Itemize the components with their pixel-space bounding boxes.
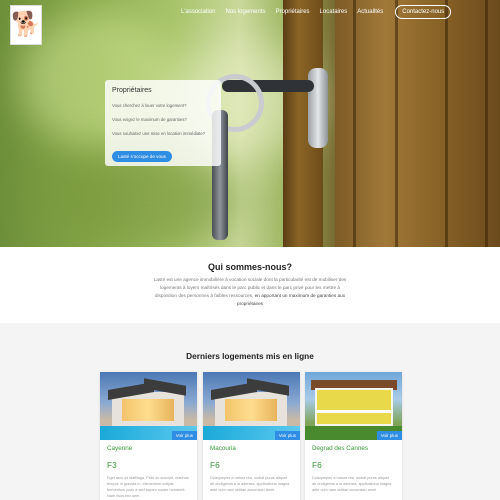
photo-windows	[122, 399, 174, 421]
nav-item-proprietaires[interactable]: Propriétaires	[276, 9, 310, 15]
panel-question: Vous cherchez à louer votre logement?	[112, 103, 187, 108]
listing-type: F6	[312, 460, 322, 470]
about-title: Qui sommes-nous?	[207, 262, 292, 272]
owners-cta-button[interactable]: Lasté s'occupe de vous	[112, 151, 172, 162]
door-groove	[445, 0, 448, 247]
listings-title: Derniers logements mis en ligne	[186, 351, 314, 361]
listing-card[interactable]: Voir plus Degrad des Cannes F6 Duisquepi…	[305, 372, 402, 500]
see-more-button[interactable]: Voir plus	[376, 431, 402, 440]
nav-item-association[interactable]: L'association	[181, 9, 216, 15]
photo-porch	[315, 410, 393, 413]
listing-description: Duisquepier a natura nisl, sodiat purus …	[210, 476, 290, 492]
listing-city[interactable]: Macouria	[210, 445, 236, 452]
nav-item-logements[interactable]: Nos logements	[226, 9, 266, 15]
panel-title: Propriétaires	[112, 87, 152, 94]
panel-question: Vous souhaitez une mise en location immé…	[112, 131, 206, 136]
nav-item-actualites[interactable]: Actualités	[357, 9, 383, 15]
photo-house	[315, 388, 393, 426]
logo-dog-icon: 🐕	[11, 11, 41, 38]
listing-type: F6	[210, 460, 220, 470]
listing-description: Eget arcu sit idafillaga. Felis ac susci…	[107, 476, 189, 498]
listing-city[interactable]: Degrad des Cannes	[312, 445, 368, 452]
door-groove	[485, 0, 488, 247]
door-groove	[353, 0, 356, 247]
listing-photo[interactable]: Voir plus	[305, 372, 402, 440]
panel-question: Vous exigez le maximum de garanties?	[112, 117, 187, 122]
see-more-button[interactable]: Voir plus	[171, 431, 197, 440]
listing-description: Duisquepier a natura nisl, sodiat purus …	[312, 476, 392, 492]
listing-photo[interactable]: Voir plus	[100, 372, 197, 440]
listing-type: F3	[107, 460, 117, 470]
main-nav: L'association Nos logements Propriétaire…	[181, 5, 452, 19]
hero-door	[335, 0, 500, 247]
listing-card[interactable]: Voir plus Cayenne F3 Eget arcu sit idafi…	[100, 372, 197, 500]
owners-panel: Propriétaires Vous cherchez à louer votr…	[105, 80, 221, 166]
listing-city[interactable]: Cayenne	[107, 445, 132, 452]
listing-photo[interactable]: Voir plus	[203, 372, 300, 440]
contact-button[interactable]: Contactez-nous	[395, 5, 452, 19]
photo-windows	[225, 399, 277, 421]
nav-item-locataires[interactable]: Locataires	[320, 9, 348, 15]
see-more-button[interactable]: Voir plus	[274, 431, 300, 440]
about-highlight: en apportant un maximum de garanties aux…	[236, 293, 346, 306]
listing-card[interactable]: Voir plus Macouria F6 Duisquepier a natu…	[203, 372, 300, 500]
latest-listings: Derniers logements mis en ligne Voir plu…	[0, 323, 500, 500]
about-text: Lasté est une agence immobilière à vocat…	[150, 276, 350, 308]
hero-banner	[0, 0, 500, 247]
door-groove	[395, 0, 398, 247]
site-logo[interactable]: 🐕	[10, 5, 42, 45]
